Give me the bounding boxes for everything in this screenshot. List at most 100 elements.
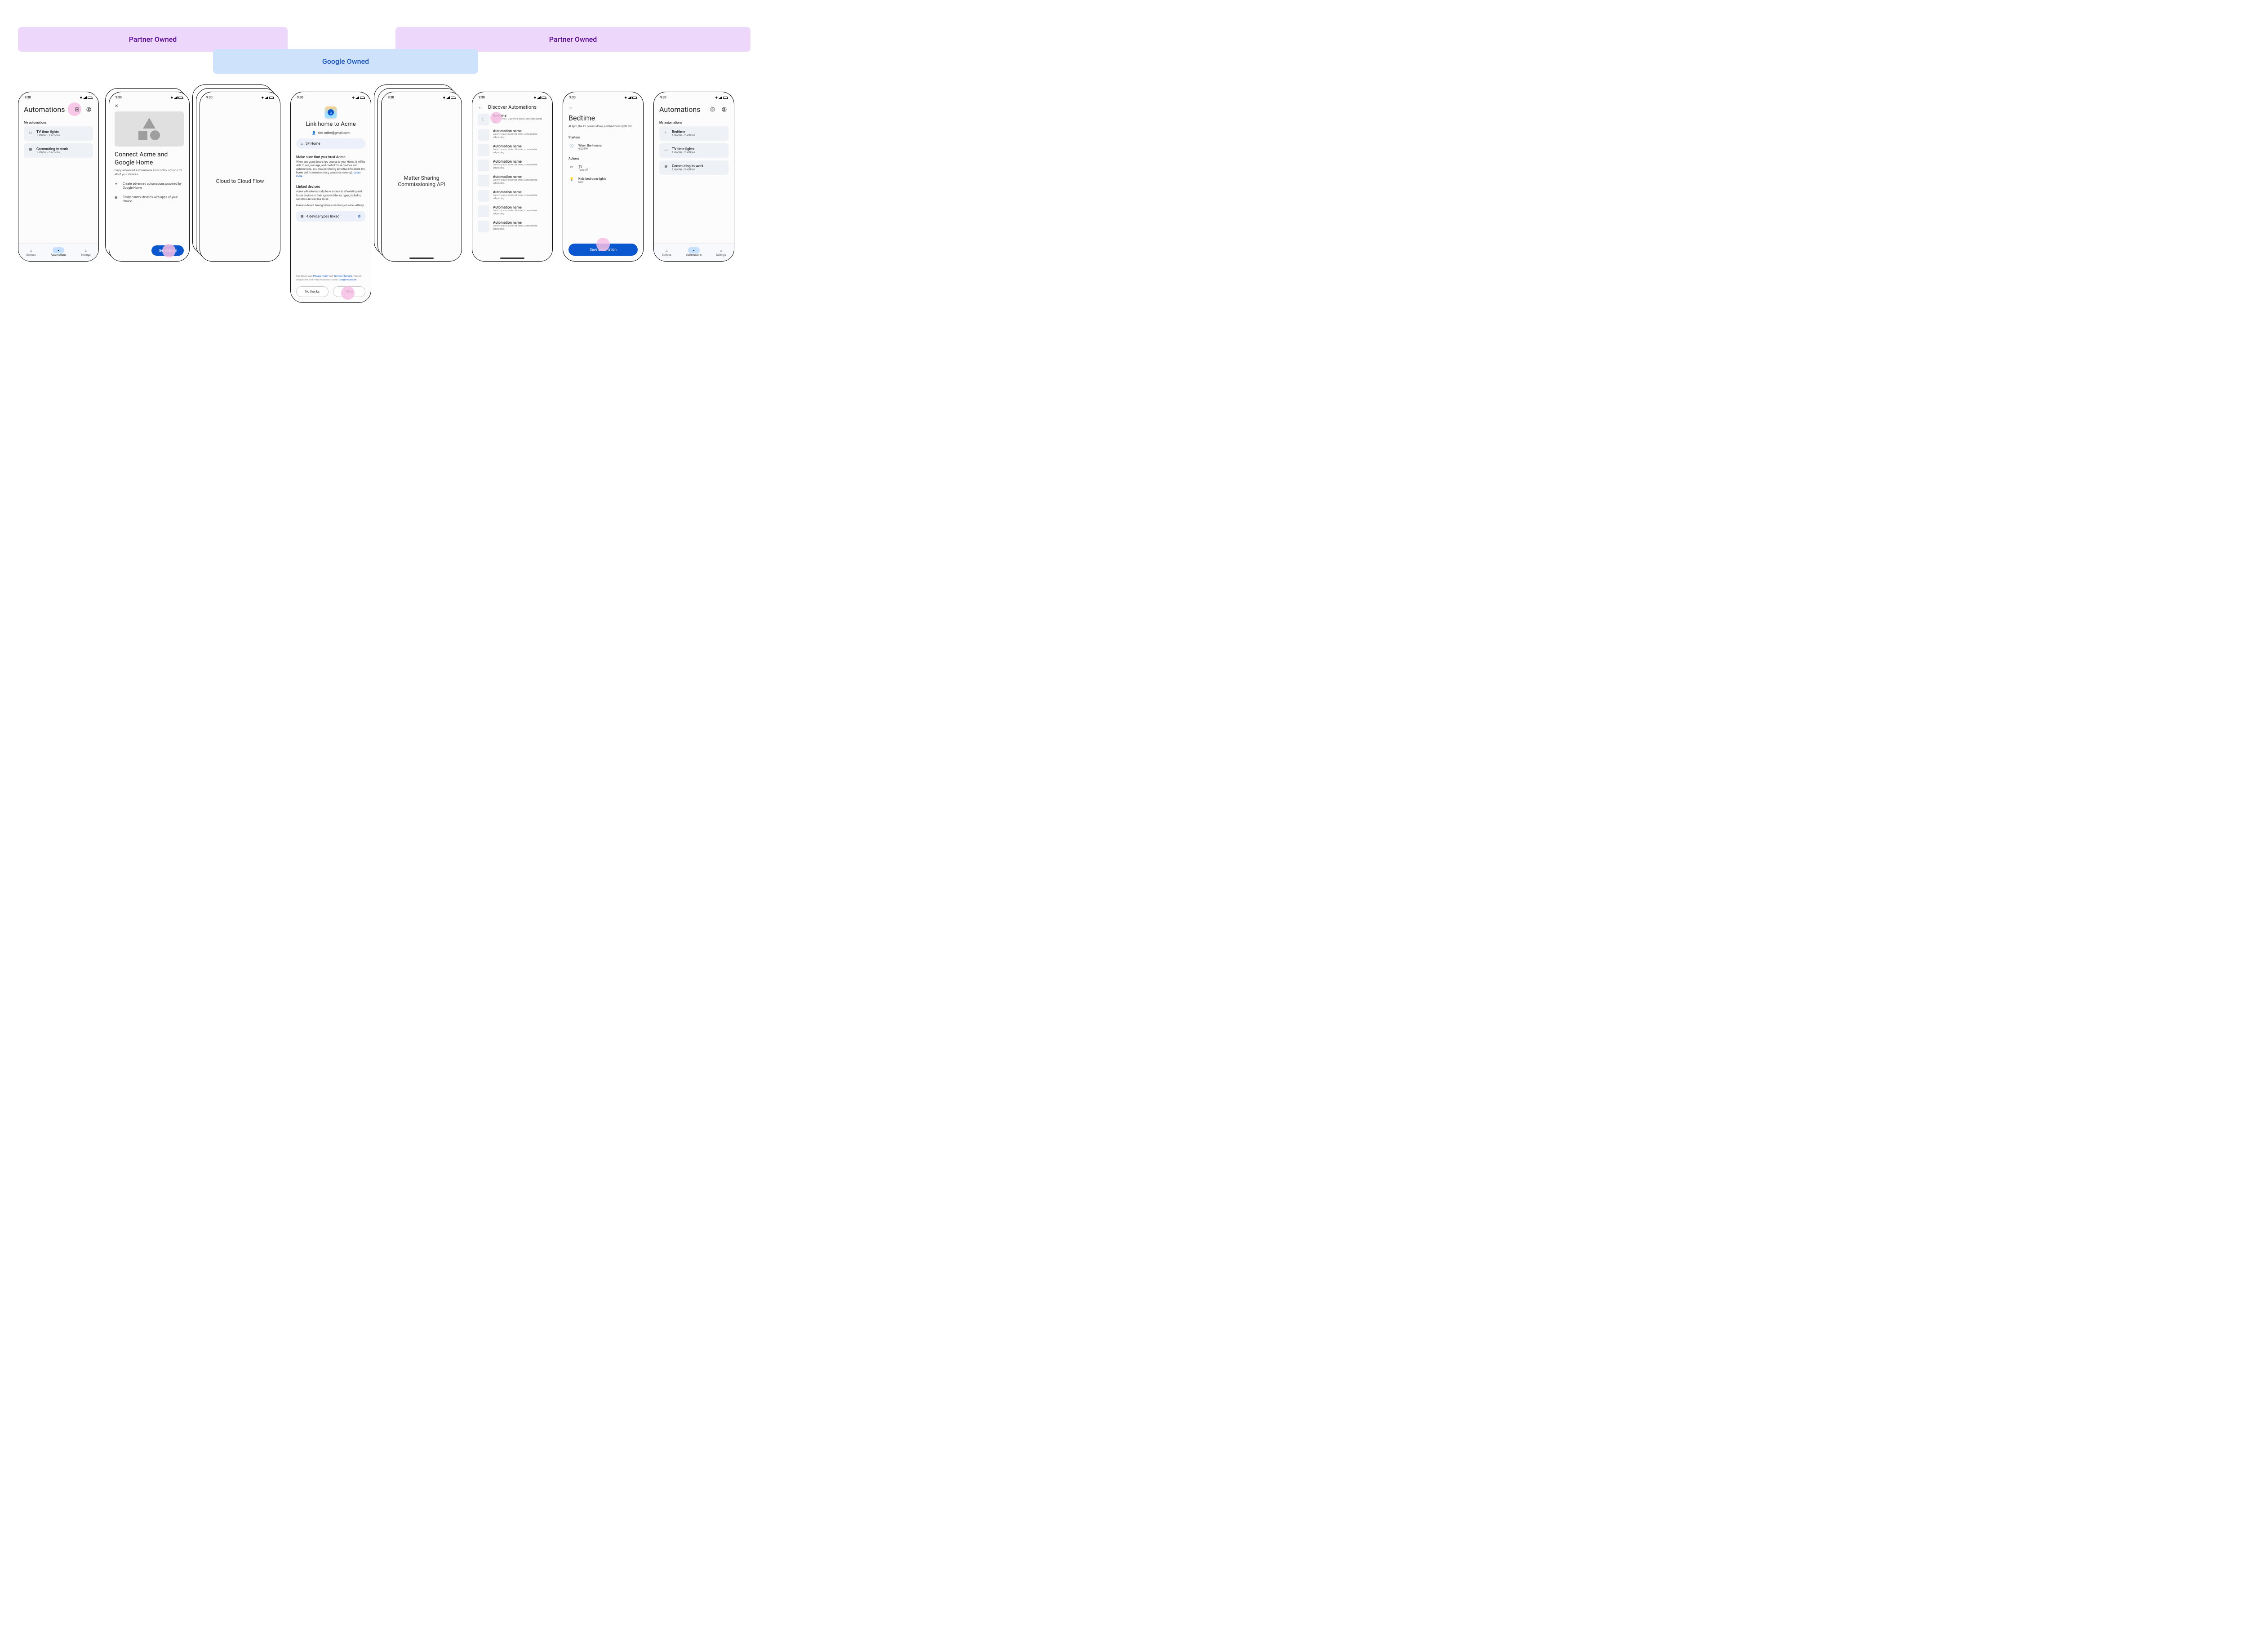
discover-item[interactable]: Automation nameLorem ipsum dolor sit ame… [478,205,547,217]
discover-item[interactable]: Automation nameLorem ipsum dolor sit ame… [478,175,547,187]
activity-icon[interactable] [72,105,81,114]
item-title: Bedtime [493,114,547,118]
screen-bedtime-detail: 9:30 ◆ ← Bedtime At 9pm, the TV powers d… [563,92,644,262]
status-time: 9:30 [115,96,122,99]
discover-item[interactable]: Automation nameLorem ipsum dolor sit ame… [478,221,547,232]
home-indicator [409,258,434,259]
actions-heading: Actions [568,157,638,160]
user-email-row[interactable]: 👤 alex.miller@gmail.com [296,131,365,135]
hero-placeholder [115,111,184,147]
link-title: Link home to Acme [296,121,365,128]
automation-card-bedtime[interactable]: ☾ Bedtime1 starter • 2 actions [659,126,728,141]
lightbulb-icon: 💡 [568,177,575,181]
starters-heading: Starters [568,136,638,139]
partner-owned-banner-2: Partner Owned [395,27,750,52]
phones-row: 9:30 ◆ Automations My [18,92,2229,303]
linked-heading: Linked devices [296,185,365,189]
connect-body: Enjoy advanced automations and control o… [115,169,184,177]
nav-automations[interactable]: ●Automations [51,247,66,257]
back-icon[interactable]: ← [568,104,574,110]
clock-icon: 🕘 [568,144,575,148]
privacy-link[interactable]: Privacy Policy [313,275,329,278]
google-account-link[interactable]: Google Account [339,279,356,281]
app-badge-icon [325,107,337,118]
back-icon[interactable]: ← [478,104,483,110]
screen-automations-final: 9:30 ◆ Automations My automations ☾ Bedt… [653,92,734,262]
get-started-button[interactable]: Get started [151,245,184,256]
status-time: 9:30 [388,96,394,99]
devices-icon: ⊞ [301,214,304,218]
status-bar: 9:30 ◆ [18,92,98,101]
status-time: 9:30 [206,96,213,99]
allow-button[interactable]: Allow [333,286,365,297]
device-types-label: 4 device types linked [306,214,340,218]
linked-p2: Manage device linking below or in Google… [296,204,365,208]
card-subtitle: 1 starter • 3 actions [36,151,68,154]
gear-icon[interactable]: ⚙ [358,214,361,218]
page-title: Automations [24,105,65,114]
screen-connect-acme: 9:30 ◆ ✕ Connect Acme and Google Home En… [109,92,190,262]
home-selector[interactable]: ⌂ SF Home [296,138,365,149]
action-lights[interactable]: 💡 Kids bedroom lightsDim [568,177,638,184]
screen-automations-initial: 9:30 ◆ Automations My [18,92,99,262]
automation-card-commuting[interactable]: ⊞ Commuting to work1 starter • 3 actions [659,160,728,175]
tos-link[interactable]: Terms of Service [333,275,352,278]
status-icons: ◆ [80,96,92,99]
account-icon[interactable] [719,105,728,114]
card-title: TV time lights [36,130,60,134]
matter-label: Matter SharingCommissioning API [382,101,462,261]
tv-icon: ▭ [663,147,669,151]
action-tv[interactable]: ▭ TVTurn off [568,165,638,172]
starter-time[interactable]: 🕘 When the time is9:00 PM [568,144,638,151]
activity-icon[interactable] [708,105,717,114]
automation-card-tv-time[interactable]: ▭ TV time lights 1 starter • 2 actions [24,126,93,141]
discover-item[interactable]: Automation nameLorem ipsum dolor sit ame… [478,160,547,171]
moon-icon: ☾ [663,130,669,134]
screen-cloud-to-cloud: 9:30 ◆ Cloud to Cloud Flow [200,92,280,262]
discover-title: Discover Automations [483,104,542,110]
linked-p1: Acme will automatically have access to a… [296,190,365,201]
card-title: Commuting to work [36,147,68,151]
discover-item[interactable]: Automation nameLorem ipsum dolor sit ame… [478,129,547,141]
bottom-nav: △Devices ●Automations △Settings [18,243,98,261]
nav-automations[interactable]: ●Automations [686,247,702,257]
no-thanks-button[interactable]: No thanks [296,286,329,297]
home-icon: ⌂ [301,142,303,146]
feature-automations: ✦ Create advanced automations powered by… [115,182,184,190]
nav-settings[interactable]: △Settings [80,247,92,257]
save-automation-button[interactable]: Save automation [568,244,638,256]
nav-devices[interactable]: △Devices [25,247,37,257]
user-email: alex.miller@gmail.com [318,131,350,135]
nav-devices[interactable]: △Devices [661,247,672,257]
status-time: 9:30 [479,96,485,99]
account-icon[interactable] [84,105,93,114]
close-icon[interactable]: ✕ [115,103,184,110]
screen-link-home: 9:30 ◆ Link home to Acme 👤 alex.miller@g… [290,92,371,303]
car-icon: ⊞ [663,164,669,169]
device-types-card[interactable]: ⊞ 4 device types linked ⚙ [296,211,365,222]
nav-settings[interactable]: △Settings [715,247,727,257]
cloud-flow-label: Cloud to Cloud Flow [200,101,280,261]
status-time: 9:30 [569,96,576,99]
footer-legal: See Smart App Privacy Policy and Terms o… [296,275,365,282]
discover-item[interactable]: Automation nameLorem ipsum dolor sit ame… [478,190,547,202]
tv-icon: ▭ [568,165,575,169]
moon-icon: ☾ [478,114,489,125]
banner-row-1: Partner Owned Partner Owned [18,27,2229,52]
status-time: 9:30 [297,96,303,99]
tv-icon: ▭ [27,130,34,134]
wifi-icon: ◆ [80,96,82,99]
automation-card-commuting[interactable]: ⊞ Commuting to work 1 starter • 3 action… [24,143,93,158]
automation-desc: At 9pm, the TV powers down, and bedroom … [568,125,638,129]
connect-title: Connect Acme and Google Home [115,151,184,167]
discover-item-bedtime[interactable]: ☾ Bedtime At 9pm, the TV powers down, be… [478,114,547,125]
car-icon: ⊞ [27,147,34,151]
banner-row-2: Google Owned [18,49,2229,74]
screen-matter-api: 9:30 ◆ Matter SharingCommissioning API [381,92,462,262]
google-owned-banner: Google Owned [213,49,478,74]
feature-control: ⊞ Easily control devices with apps of yo… [115,195,184,204]
automation-title: Bedtime [568,114,638,122]
automation-card-tv-time[interactable]: ▭ TV time lights1 starter • 2 actions [659,143,728,158]
status-time: 9:30 [660,96,666,99]
discover-item[interactable]: Automation nameLorem ipsum dolor sit ame… [478,144,547,156]
